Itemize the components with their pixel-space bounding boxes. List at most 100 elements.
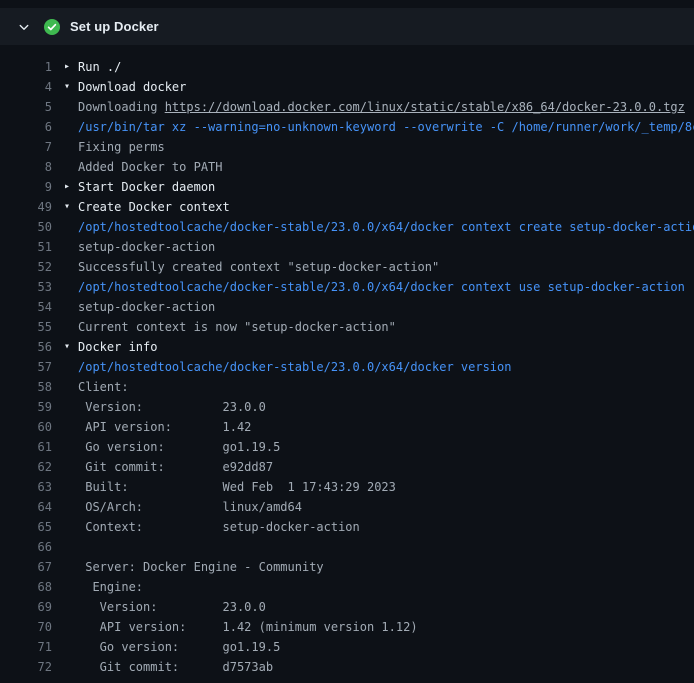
gutter-spacer (64, 97, 78, 117)
group-title[interactable]: Docker info (78, 337, 157, 357)
log-text: Version: 23.0.0 (78, 597, 266, 617)
log-command: /usr/bin/tar xz --warning=no-unknown-key… (78, 117, 694, 137)
log-line: 60 API version: 1.42 (0, 417, 694, 437)
group-expanded-icon[interactable]: ▾ (64, 197, 78, 217)
log-text: OS/Arch: linux/amd64 (78, 497, 302, 517)
gutter-spacer (64, 457, 78, 477)
log-line: 49 ▾Create Docker context (0, 197, 694, 217)
group-expanded-icon[interactable]: ▾ (64, 337, 78, 357)
log-text: API version: 1.42 (78, 417, 251, 437)
gutter-spacer (64, 357, 78, 377)
group-collapsed-icon[interactable]: ▸ (64, 177, 78, 197)
log-text: Git commit: d7573ab (78, 657, 273, 677)
chevron-down-icon[interactable] (16, 19, 32, 35)
gutter-spacer (64, 157, 78, 177)
line-number[interactable]: 71 (0, 637, 52, 657)
gutter-spacer (64, 217, 78, 237)
line-number[interactable]: 62 (0, 457, 52, 477)
log-line: 52 Successfully created context "setup-do… (0, 257, 694, 277)
gutter-spacer (64, 617, 78, 637)
gutter-spacer (64, 417, 78, 437)
log-text: Go version: go1.19.5 (78, 437, 280, 457)
gutter-spacer (64, 657, 78, 677)
line-number[interactable]: 70 (0, 617, 52, 637)
log-text: Successfully created context "setup-dock… (78, 257, 439, 277)
gutter-spacer (64, 397, 78, 417)
line-number[interactable]: 51 (0, 237, 52, 257)
step-header[interactable]: Set up Docker (0, 8, 694, 45)
log-line: 72 Git commit: d7573ab (0, 657, 694, 677)
line-number[interactable]: 63 (0, 477, 52, 497)
line-number[interactable]: 59 (0, 397, 52, 417)
log-line: 70 API version: 1.42 (minimum version 1.… (0, 617, 694, 637)
log-line: 53/opt/hostedtoolcache/docker-stable/23.… (0, 277, 694, 297)
gutter-spacer (64, 517, 78, 537)
log-line: 67 Server: Docker Engine - Community (0, 557, 694, 577)
log-line: 6/usr/bin/tar xz --warning=no-unknown-ke… (0, 117, 694, 137)
line-number[interactable]: 72 (0, 657, 52, 677)
log-line: 63 Built: Wed Feb 1 17:43:29 2023 (0, 477, 694, 497)
gutter-spacer (64, 257, 78, 277)
line-number[interactable]: 53 (0, 277, 52, 297)
log-line: 50/opt/hostedtoolcache/docker-stable/23.… (0, 217, 694, 237)
line-number[interactable]: 9 (0, 177, 52, 197)
log-line: 4 ▾Download docker (0, 77, 694, 97)
line-number[interactable]: 64 (0, 497, 52, 517)
gutter-spacer (64, 237, 78, 257)
line-number[interactable]: 67 (0, 557, 52, 577)
log-link[interactable]: https://download.docker.com/linux/static… (165, 97, 685, 117)
gutter-spacer (64, 377, 78, 397)
line-number[interactable]: 6 (0, 117, 52, 137)
line-number[interactable]: 5 (0, 97, 52, 117)
log-text: setup-docker-action (78, 237, 215, 257)
group-collapsed-icon[interactable]: ▸ (64, 57, 78, 77)
line-number[interactable]: 66 (0, 537, 52, 557)
gutter-spacer (64, 317, 78, 337)
gutter-spacer (64, 577, 78, 597)
log-text: Client: (78, 377, 129, 397)
log-line: 69 Version: 23.0.0 (0, 597, 694, 617)
line-number[interactable]: 8 (0, 157, 52, 177)
gutter-spacer (64, 557, 78, 577)
log-line: 71 Go version: go1.19.5 (0, 637, 694, 657)
gutter-spacer (64, 117, 78, 137)
line-number[interactable]: 54 (0, 297, 52, 317)
log-text: API version: 1.42 (minimum version 1.12) (78, 617, 418, 637)
gutter-spacer (64, 437, 78, 457)
log-command: /opt/hostedtoolcache/docker-stable/23.0.… (78, 277, 685, 297)
gutter-spacer (64, 477, 78, 497)
log-line: 9 ▸Start Docker daemon (0, 177, 694, 197)
gutter-spacer (64, 497, 78, 517)
group-expanded-icon[interactable]: ▾ (64, 77, 78, 97)
line-number[interactable]: 68 (0, 577, 52, 597)
line-number[interactable]: 52 (0, 257, 52, 277)
group-title[interactable]: Start Docker daemon (78, 177, 215, 197)
line-number[interactable]: 60 (0, 417, 52, 437)
gutter-spacer (64, 277, 78, 297)
log-line: 56 ▾Docker info (0, 337, 694, 357)
line-number[interactable]: 56 (0, 337, 52, 357)
gutter-spacer (64, 597, 78, 617)
group-title[interactable]: Download docker (78, 77, 186, 97)
gutter-spacer (64, 537, 78, 557)
line-number[interactable]: 7 (0, 137, 52, 157)
group-title[interactable]: Run ./ (78, 57, 121, 77)
line-number[interactable]: 58 (0, 377, 52, 397)
line-number[interactable]: 50 (0, 217, 52, 237)
line-number[interactable]: 1 (0, 57, 52, 77)
log-text: Git commit: e92dd87 (78, 457, 273, 477)
log-line: 61 Go version: go1.19.5 (0, 437, 694, 457)
log-text: Engine: (78, 577, 143, 597)
group-title[interactable]: Create Docker context (78, 197, 230, 217)
gutter-spacer (64, 637, 78, 657)
line-number[interactable]: 61 (0, 437, 52, 457)
line-number[interactable]: 69 (0, 597, 52, 617)
line-number[interactable]: 49 (0, 197, 52, 217)
line-number[interactable]: 65 (0, 517, 52, 537)
step-title: Set up Docker (70, 19, 159, 34)
line-number[interactable]: 57 (0, 357, 52, 377)
line-number[interactable]: 4 (0, 77, 52, 97)
log-text: Server: Docker Engine - Community (78, 557, 324, 577)
gutter-spacer (64, 297, 78, 317)
line-number[interactable]: 55 (0, 317, 52, 337)
